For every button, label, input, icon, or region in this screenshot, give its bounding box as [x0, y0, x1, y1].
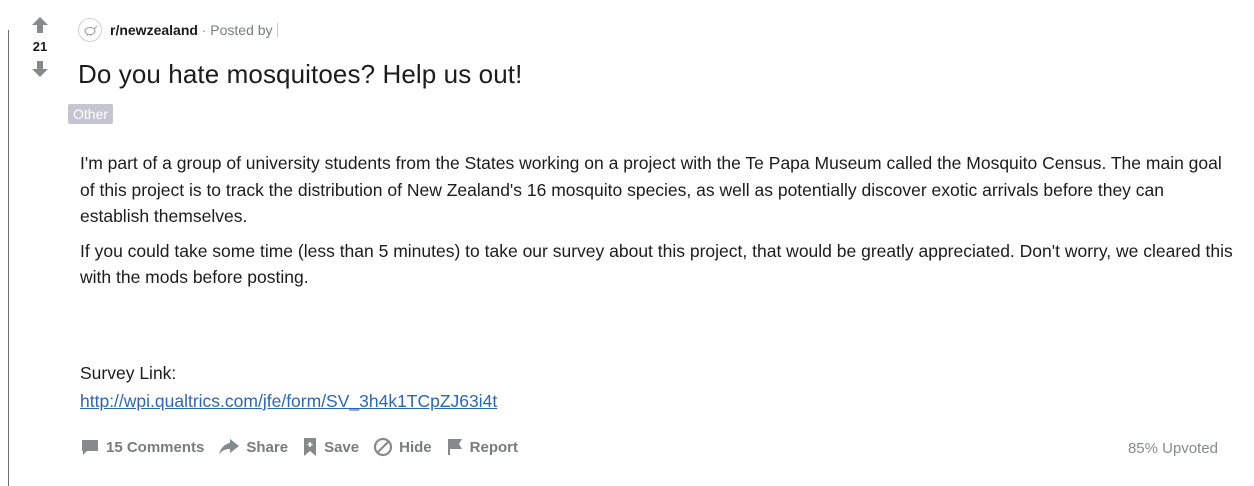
share-icon [219, 439, 240, 455]
flag-icon [447, 439, 462, 455]
bookmark-icon [304, 438, 317, 456]
arrow-down-icon [32, 61, 48, 77]
comment-icon [82, 440, 98, 455]
hide-label: Hide [399, 438, 432, 456]
body-paragraph-2: If you could take some time (less than 5… [80, 240, 1233, 288]
save-button[interactable]: Save [302, 437, 359, 457]
comments-label: 15 Comments [106, 438, 205, 456]
posted-by-label: Posted by [210, 22, 273, 38]
upvote-ratio: 85% Upvoted [1127, 440, 1218, 457]
post-flair[interactable]: Other [68, 104, 114, 124]
share-label: Share [246, 438, 289, 456]
post-body: I'm part of a group of university studen… [80, 150, 1235, 299]
report-label: Report [469, 438, 518, 456]
comments-button[interactable]: 15 Comments [80, 438, 204, 456]
arrow-up-icon [32, 17, 48, 33]
post-title[interactable]: Do you hate mosquitoes? Help us out! [78, 58, 522, 90]
left-border [8, 30, 9, 486]
body-paragraph-1: I'm part of a group of university studen… [80, 153, 1222, 226]
downvote-button[interactable] [28, 58, 52, 80]
posted-by-user[interactable] [276, 23, 278, 37]
meta-separator: · [201, 22, 207, 38]
kiwi-icon[interactable] [78, 18, 102, 42]
subreddit-link[interactable]: r/newzealand [110, 22, 198, 38]
vote-score: 21 [32, 39, 48, 54]
post-meta: r/newzealand · Posted by [78, 17, 278, 43]
save-label: Save [324, 438, 360, 456]
hide-button[interactable]: Hide [373, 437, 432, 457]
survey-label: Survey Link: [80, 363, 177, 383]
survey-link[interactable]: http://wpi.qualtrics.com/jfe/form/SV_3h4… [80, 388, 497, 414]
upvote-button[interactable] [28, 14, 52, 36]
hide-icon [374, 437, 393, 457]
share-button[interactable]: Share [218, 438, 288, 456]
vote-column: 21 [20, 14, 60, 80]
post-actions: 15 Comments Share Save Hide Report [80, 437, 532, 457]
report-button[interactable]: Report [446, 438, 518, 456]
